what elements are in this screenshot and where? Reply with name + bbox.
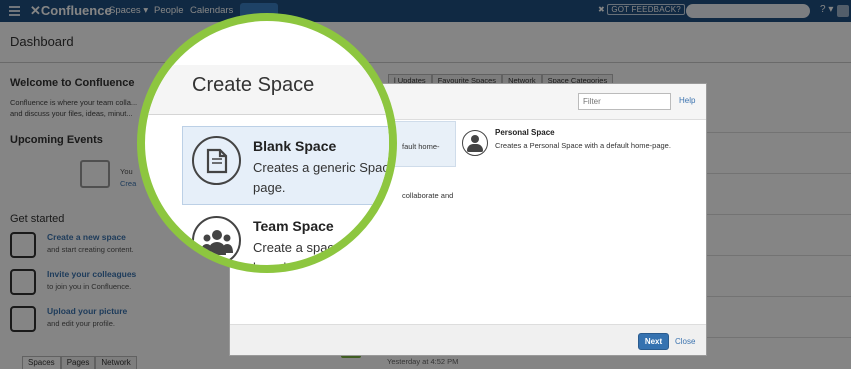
team-space-icon <box>192 216 241 265</box>
personal-space-title[interactable]: Personal Space <box>495 128 555 137</box>
team-space-title: Team Space <box>253 218 334 234</box>
magnifier-callout: Create Space Blank Space Creates a gener… <box>137 13 397 273</box>
team-space-description-fragment: collaborate and <box>402 191 454 200</box>
personal-space-icon <box>462 130 488 156</box>
close-link[interactable]: Close <box>675 337 695 346</box>
personal-space-description: Creates a Personal Space with a default … <box>495 141 671 150</box>
blank-space-title: Blank Space <box>253 138 337 154</box>
next-button[interactable]: Next <box>638 333 669 350</box>
dialog-footer: Next Close <box>230 326 706 356</box>
blank-space-description: Creates a generic Space page. <box>253 160 397 195</box>
blank-space-description-fragment: fault home- <box>402 142 440 151</box>
blank-space-icon <box>192 136 241 185</box>
help-link[interactable]: Help <box>679 96 695 105</box>
dialog-title: Create Space <box>192 74 315 96</box>
filter-input[interactable] <box>578 93 671 110</box>
